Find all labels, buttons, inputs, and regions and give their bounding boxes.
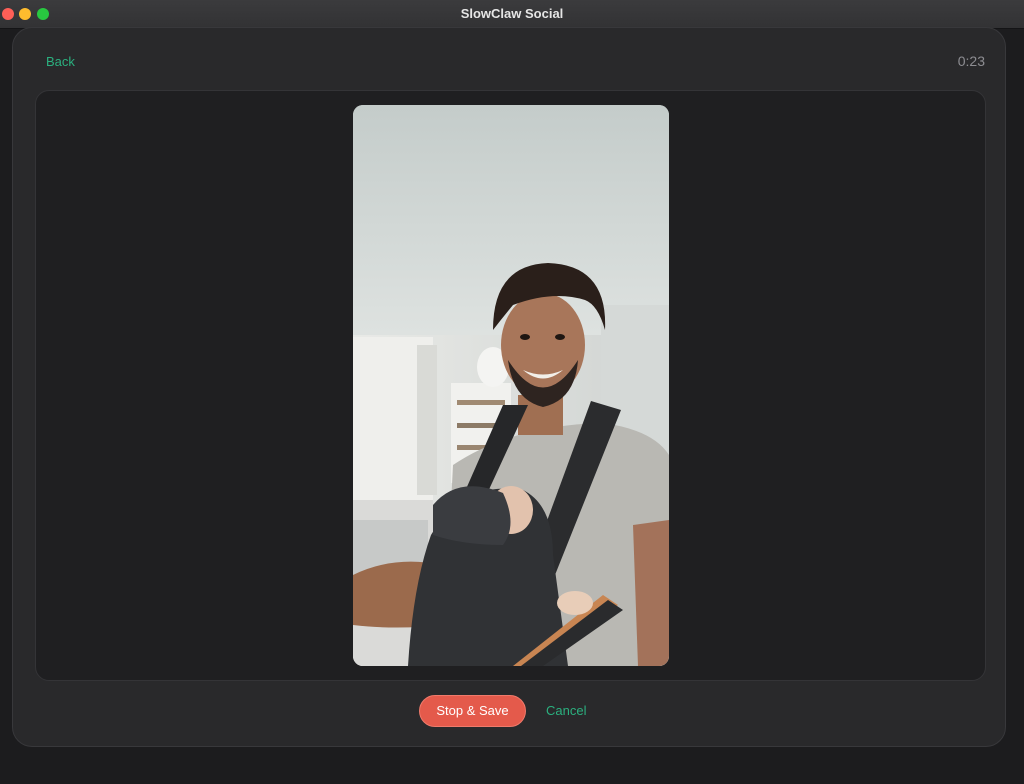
camera-preview — [353, 105, 669, 666]
window-title: SlowClaw Social — [460, 6, 564, 21]
recording-panel: Back 0:23 Stop & Save Cancel — [12, 27, 1006, 747]
stop-and-save-button[interactable]: Stop & Save — [419, 695, 526, 727]
title-bar: SlowClaw Social — [0, 0, 1024, 29]
back-button[interactable]: Back — [46, 54, 75, 69]
app-window: SlowClaw Social Back 0:23 Stop & Save Ca… — [0, 0, 1024, 784]
cancel-button[interactable]: Cancel — [546, 703, 586, 718]
camera-preview-image — [353, 105, 669, 666]
recording-timer: 0:23 — [957, 53, 985, 69]
video-stage — [35, 90, 986, 681]
